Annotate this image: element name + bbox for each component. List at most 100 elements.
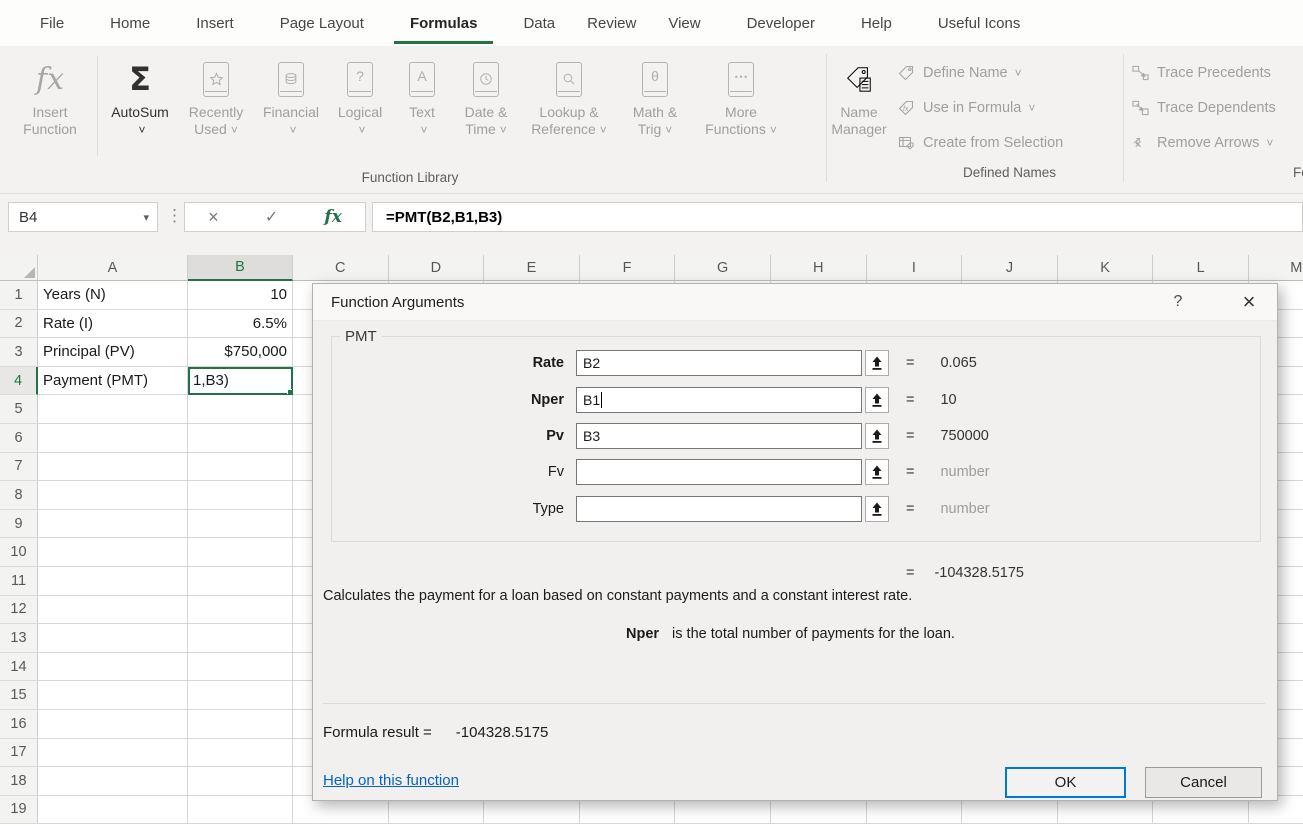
cell-A11[interactable]	[38, 567, 188, 596]
cell-B6[interactable]	[188, 424, 293, 453]
column-header-C[interactable]: C	[293, 255, 389, 281]
cancel-button[interactable]: Cancel	[1145, 767, 1262, 798]
cell-B15[interactable]	[188, 681, 293, 710]
row-header-15[interactable]: 15	[0, 681, 38, 710]
cell-A7[interactable]	[38, 453, 188, 482]
formula-input[interactable]: =PMT(B2,B1,B3)	[372, 202, 1303, 232]
cell-B17[interactable]	[188, 739, 293, 768]
dialog-close-icon[interactable]: ×	[1235, 288, 1263, 316]
pv-argument-input[interactable]: B3	[576, 423, 862, 449]
row-header-2[interactable]: 2	[0, 310, 38, 339]
row-header-8[interactable]: 8	[0, 481, 38, 510]
cell-A12[interactable]	[38, 596, 188, 625]
cell-B8[interactable]	[188, 481, 293, 510]
tab-data[interactable]: Data	[507, 3, 571, 44]
cell-A19[interactable]	[38, 796, 188, 825]
column-header-L[interactable]: L	[1153, 255, 1249, 281]
column-header-H[interactable]: H	[771, 255, 867, 281]
cell-A3[interactable]: Principal (PV)	[38, 338, 188, 367]
tab-help[interactable]: Help	[845, 3, 908, 44]
cell-A9[interactable]	[38, 510, 188, 539]
cell-B10[interactable]	[188, 538, 293, 567]
fill-handle[interactable]	[287, 389, 293, 395]
name-box-dropdown-icon[interactable]: ▾	[143, 211, 157, 224]
cell-B16[interactable]	[188, 710, 293, 739]
cell-A4[interactable]: Payment (PMT)	[38, 367, 188, 396]
range-select-button[interactable]	[865, 496, 889, 522]
cell-B5[interactable]	[188, 395, 293, 424]
fv-argument-input[interactable]	[576, 459, 862, 485]
formula-bar-grip-icon[interactable]: ⋮	[166, 206, 183, 226]
tab-formulas[interactable]: Formulas	[394, 3, 494, 44]
range-select-button[interactable]	[865, 387, 889, 413]
column-header-K[interactable]: K	[1058, 255, 1154, 281]
range-select-button[interactable]	[865, 350, 889, 376]
column-header-G[interactable]: G	[675, 255, 771, 281]
confirm-entry-icon[interactable]: ✓	[265, 207, 278, 227]
column-header-F[interactable]: F	[580, 255, 676, 281]
cell-A13[interactable]	[38, 624, 188, 653]
dialog-help-icon[interactable]: ?	[1168, 293, 1188, 311]
row-header-18[interactable]: 18	[0, 767, 38, 796]
cell-A8[interactable]	[38, 481, 188, 510]
cell-A1[interactable]: Years (N)	[38, 281, 188, 310]
column-header-J[interactable]: J	[962, 255, 1058, 281]
autosum-button[interactable]: Σ AutoSum ˅	[103, 48, 177, 162]
tab-developer[interactable]: Developer	[731, 3, 831, 44]
cell-B12[interactable]	[188, 596, 293, 625]
row-header-19[interactable]: 19	[0, 796, 38, 825]
nper-argument-input[interactable]: B1	[576, 387, 862, 413]
cancel-entry-icon[interactable]: ×	[208, 207, 219, 228]
tab-useful-icons[interactable]: Useful Icons	[922, 3, 1037, 44]
cell-A16[interactable]	[38, 710, 188, 739]
row-header-17[interactable]: 17	[0, 739, 38, 768]
ok-button[interactable]: OK	[1005, 767, 1126, 798]
tab-page-layout[interactable]: Page Layout	[264, 3, 380, 44]
cell-A2[interactable]: Rate (I)	[38, 310, 188, 339]
cell-A18[interactable]	[38, 767, 188, 796]
row-header-16[interactable]: 16	[0, 710, 38, 739]
select-all-corner[interactable]	[0, 255, 38, 281]
range-select-button[interactable]	[865, 423, 889, 449]
cell-B3[interactable]: $750,000	[188, 338, 293, 367]
cell-A17[interactable]	[38, 739, 188, 768]
help-on-function-link[interactable]: Help on this function	[323, 772, 459, 789]
row-header-11[interactable]: 11	[0, 567, 38, 596]
column-header-I[interactable]: I	[867, 255, 963, 281]
row-header-9[interactable]: 9	[0, 510, 38, 539]
row-header-6[interactable]: 6	[0, 424, 38, 453]
cell-B19[interactable]	[188, 796, 293, 825]
cell-B11[interactable]	[188, 567, 293, 596]
cell-A6[interactable]	[38, 424, 188, 453]
row-header-3[interactable]: 3	[0, 338, 38, 367]
dialog-title-bar[interactable]: Function Arguments	[313, 284, 1277, 321]
cell-B14[interactable]	[188, 653, 293, 682]
column-header-D[interactable]: D	[389, 255, 485, 281]
row-header-12[interactable]: 12	[0, 596, 38, 625]
row-header-7[interactable]: 7	[0, 453, 38, 482]
cell-B1[interactable]: 10	[188, 281, 293, 310]
column-header-B[interactable]: B	[188, 255, 293, 281]
insert-function-fx-icon[interactable]: fx	[324, 207, 341, 227]
cell-B9[interactable]	[188, 510, 293, 539]
cell-A14[interactable]	[38, 653, 188, 682]
tab-view[interactable]: View	[652, 3, 716, 44]
column-header-M[interactable]: M	[1249, 255, 1303, 281]
row-header-14[interactable]: 14	[0, 653, 38, 682]
cell-B18[interactable]	[188, 767, 293, 796]
cell-A5[interactable]	[38, 395, 188, 424]
column-header-E[interactable]: E	[484, 255, 580, 281]
tab-review[interactable]: Review	[571, 3, 652, 44]
cell-A10[interactable]	[38, 538, 188, 567]
cell-B7[interactable]	[188, 453, 293, 482]
cell-B2[interactable]: 6.5%	[188, 310, 293, 339]
cell-A15[interactable]	[38, 681, 188, 710]
row-header-10[interactable]: 10	[0, 538, 38, 567]
cell-B4[interactable]: 1,B3)	[188, 367, 293, 396]
rate-argument-input[interactable]: B2	[576, 350, 862, 376]
column-header-A[interactable]: A	[38, 255, 188, 281]
range-select-button[interactable]	[865, 459, 889, 485]
cell-B13[interactable]	[188, 624, 293, 653]
tab-home[interactable]: Home	[94, 3, 166, 44]
name-box[interactable]: B4 ▾	[8, 202, 158, 232]
